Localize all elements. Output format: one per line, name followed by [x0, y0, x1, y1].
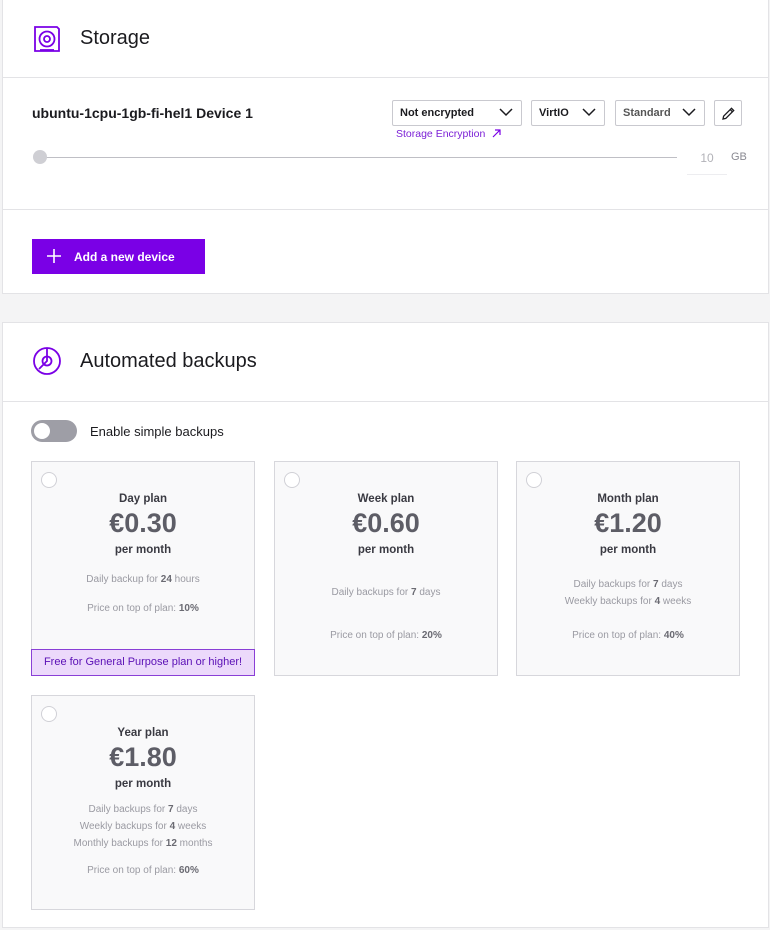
- storage-disk-icon: [31, 23, 63, 55]
- plan-name: Year plan: [117, 727, 169, 739]
- plan-price-on-top: Price on top of plan: 40%: [572, 630, 684, 641]
- size-slider-handle[interactable]: [33, 150, 47, 164]
- plan-card-week[interactable]: Week plan €0.60 per month Daily backups …: [274, 461, 498, 676]
- plan-card-month[interactable]: Month plan €1.20 per month Daily backups…: [516, 461, 740, 676]
- plan-detail: Daily backups for 7 days: [331, 587, 441, 598]
- backups-header: Automated backups: [3, 323, 768, 402]
- storage-header: Storage: [3, 0, 768, 78]
- plan-name: Month plan: [597, 493, 659, 505]
- encryption-select[interactable]: Not encrypted: [392, 100, 522, 126]
- storage-encryption-link[interactable]: Storage Encryption: [396, 128, 501, 140]
- add-device-label: Add a new device: [74, 250, 175, 264]
- storage-title: Storage: [80, 27, 151, 49]
- plan-period: per month: [114, 778, 172, 790]
- chevron-down-icon: [682, 108, 696, 117]
- controller-select[interactable]: VirtIO: [531, 100, 605, 126]
- plan-price: €0.30: [109, 508, 177, 538]
- plan-detail: Monthly backups for 12 months: [73, 838, 213, 849]
- controller-select-value: VirtIO: [539, 107, 569, 119]
- plan-detail: Weekly backups for 4 weeks: [79, 821, 207, 832]
- plan-radio[interactable]: [526, 472, 542, 488]
- edit-device-button[interactable]: [714, 100, 742, 126]
- chevron-down-icon: [582, 108, 596, 117]
- storage-section: Storage ubuntu-1cpu-1gb-fi-hel1 Device 1…: [2, 0, 769, 294]
- plan-radio[interactable]: [41, 706, 57, 722]
- plan-price-on-top: Price on top of plan: 10%: [87, 603, 199, 614]
- divider: [3, 209, 768, 210]
- plus-icon: [47, 249, 61, 263]
- backup-clock-icon: [31, 345, 63, 377]
- device-name: ubuntu-1cpu-1gb-fi-hel1 Device 1: [32, 105, 253, 121]
- simple-backups-toggle[interactable]: [31, 420, 77, 442]
- backups-title: Automated backups: [80, 350, 257, 372]
- plan-price: €1.20: [594, 508, 662, 538]
- plan-detail: Daily backup for 24 hours: [86, 574, 200, 585]
- plan-name: Week plan: [357, 493, 415, 505]
- storage-encryption-link-label: Storage Encryption: [396, 128, 486, 140]
- plan-radio[interactable]: [41, 472, 57, 488]
- plan-period: per month: [599, 544, 657, 556]
- plan-price: €1.80: [109, 742, 177, 772]
- pencil-icon: [722, 107, 735, 120]
- plan-detail: Daily backups for 7 days: [573, 579, 683, 590]
- plan-price: €0.60: [352, 508, 420, 538]
- simple-backups-label: Enable simple backups: [90, 424, 224, 439]
- storage-tier-select[interactable]: Standard: [615, 100, 705, 126]
- encryption-select-value: Not encrypted: [400, 107, 474, 119]
- free-plan-badge: Free for General Purpose plan or higher!: [31, 649, 255, 676]
- storage-tier-select-value: Standard: [623, 107, 671, 119]
- plan-name: Day plan: [119, 493, 167, 505]
- size-input[interactable]: 10: [687, 142, 727, 175]
- plan-detail: Daily backups for 7 days: [88, 804, 198, 815]
- plan-price-on-top: Price on top of plan: 60%: [87, 865, 199, 876]
- plan-radio[interactable]: [284, 472, 300, 488]
- plan-period: per month: [114, 544, 172, 556]
- plan-card-day[interactable]: Day plan €0.30 per month Daily backup fo…: [31, 461, 255, 676]
- chevron-down-icon: [499, 108, 513, 117]
- plan-price-on-top: Price on top of plan: 20%: [330, 630, 442, 641]
- size-unit: GB: [731, 151, 747, 163]
- add-device-button[interactable]: Add a new device: [32, 239, 205, 274]
- plan-card-year[interactable]: Year plan €1.80 per month Daily backups …: [31, 695, 255, 910]
- plan-detail: Weekly backups for 4 weeks: [564, 596, 692, 607]
- toggle-knob: [34, 423, 50, 439]
- arrow-up-right-icon: [492, 129, 501, 138]
- plan-period: per month: [357, 544, 415, 556]
- automated-backups-section: Automated backups Enable simple backups …: [2, 322, 769, 928]
- size-slider-track[interactable]: [39, 157, 677, 158]
